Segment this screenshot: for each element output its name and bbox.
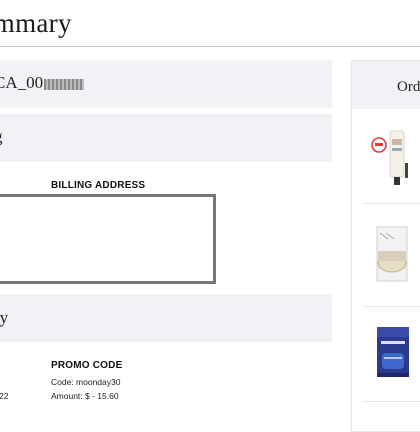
order-number-redacted <box>44 78 85 90</box>
order-panel-header: Ord <box>352 61 420 109</box>
promo-amount-value: Amount: $ - 15.60 <box>51 391 119 401</box>
billing-address-box <box>0 194 216 284</box>
left-value: 22 <box>0 391 9 401</box>
cc-cream-tube-icon <box>371 130 408 185</box>
summary-section-text: ry <box>0 308 9 327</box>
product-divider <box>362 306 420 307</box>
serum-box-icon <box>377 327 409 377</box>
billing-section-bar[interactable]: g <box>0 114 332 162</box>
product-divider <box>362 401 420 402</box>
summary-section-bar[interactable]: ry <box>0 294 332 342</box>
order-number-bar[interactable]: CA_00 <box>0 60 332 108</box>
promo-code-label: PROMO CODE <box>51 360 123 371</box>
order-number-text: CA_00 <box>0 73 44 92</box>
product-item[interactable] <box>362 323 420 403</box>
cream-jar-box-icon <box>376 226 408 282</box>
promo-code-value: Code: moonday30 <box>51 377 121 387</box>
product-item[interactable] <box>362 221 420 301</box>
billing-section-text: g <box>0 127 3 147</box>
product-divider <box>362 203 420 204</box>
product-item[interactable] <box>362 123 420 203</box>
billing-address-label: BILLING ADDRESS <box>51 180 146 191</box>
order-panel-title: Ord <box>397 79 420 95</box>
order-panel: Ord <box>351 60 420 432</box>
page-title: ummary <box>0 8 72 38</box>
title-divider <box>0 46 420 47</box>
